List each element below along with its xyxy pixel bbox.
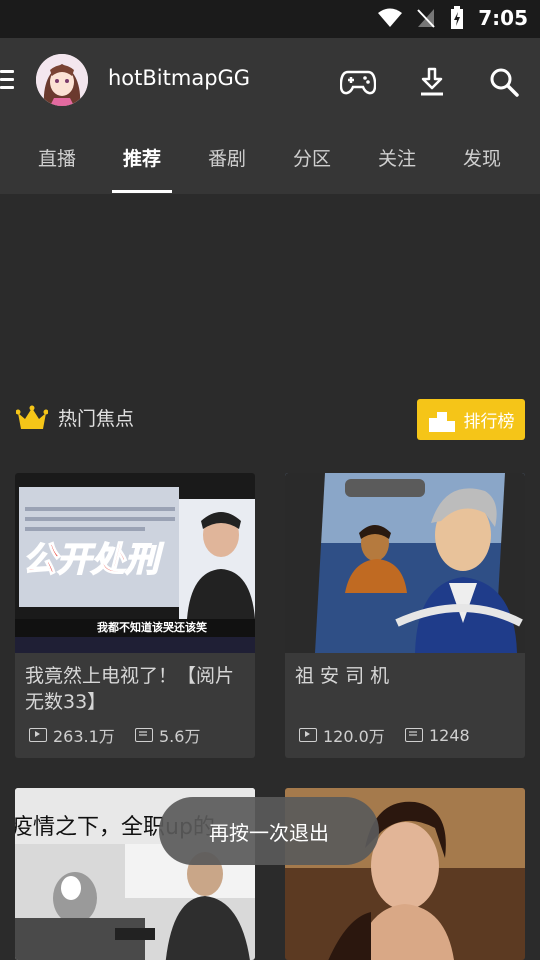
danmaku-count: 1248 [429, 725, 470, 745]
thumbnail-subtitle: 我都不知道该哭还该笑 [97, 620, 207, 634]
play-count-icon [29, 728, 47, 742]
crown-icon [16, 405, 48, 429]
danmaku-icon [135, 728, 153, 742]
video-thumbnail [285, 473, 525, 653]
tab-follow[interactable]: 关注 [362, 144, 432, 171]
tab-indicator [112, 190, 172, 193]
video-stats: 263.1万 5.6万 [15, 723, 255, 747]
download-icon[interactable] [414, 64, 450, 100]
danmaku-count: 5.6万 [159, 727, 201, 746]
play-count-icon [299, 728, 317, 742]
ranking-button[interactable]: 排行榜 [417, 399, 525, 440]
video-title: 我竟然上电视了！【阅片无数33】 [25, 665, 235, 713]
search-icon[interactable] [486, 64, 522, 100]
danmaku-icon [405, 728, 423, 742]
ranking-button-label: 排行榜 [463, 412, 515, 432]
wifi-icon [378, 8, 403, 27]
tab-bar: 直播 推荐 番剧 分区 关注 发现 [0, 128, 540, 192]
play-count: 120.0万 [323, 727, 385, 746]
tab-recommend[interactable]: 推荐 [107, 144, 177, 171]
username[interactable]: hotBitmapGG [108, 66, 250, 90]
menu-icon[interactable] [0, 70, 14, 94]
status-bar: 7:05 [0, 0, 540, 38]
exit-toast: 再按一次退出 [159, 797, 379, 865]
tab-live[interactable]: 直播 [22, 144, 92, 171]
tab-discover[interactable]: 发现 [447, 144, 517, 171]
battery-charging-icon [451, 6, 464, 29]
clock: 7:05 [478, 6, 528, 30]
video-card[interactable]: 祖 安 司 机 120.0万 1248 [285, 473, 525, 758]
tab-bangumi[interactable]: 番剧 [192, 144, 262, 171]
podium-icon [428, 411, 455, 432]
video-title: 祖 安 司 机 [295, 665, 390, 687]
play-count: 263.1万 [53, 727, 115, 746]
thumbnail-caption: 公开处刑 [23, 540, 164, 580]
no-signal-icon [417, 9, 435, 28]
avatar[interactable] [36, 54, 88, 106]
tab-region[interactable]: 分区 [277, 144, 347, 171]
video-stats: 120.0万 1248 [285, 723, 525, 747]
section-title: 热门焦点 [58, 408, 135, 430]
video-card[interactable]: 我都不知道该哭还该笑 公开处刑 我竟然上电视了！【阅片无数33】 263.1万 … [15, 473, 255, 758]
video-thumbnail: 我都不知道该哭还该笑 公开处刑 [15, 473, 255, 653]
gamepad-icon[interactable] [340, 64, 376, 100]
hot-section-header: 热门焦点 [16, 404, 134, 431]
